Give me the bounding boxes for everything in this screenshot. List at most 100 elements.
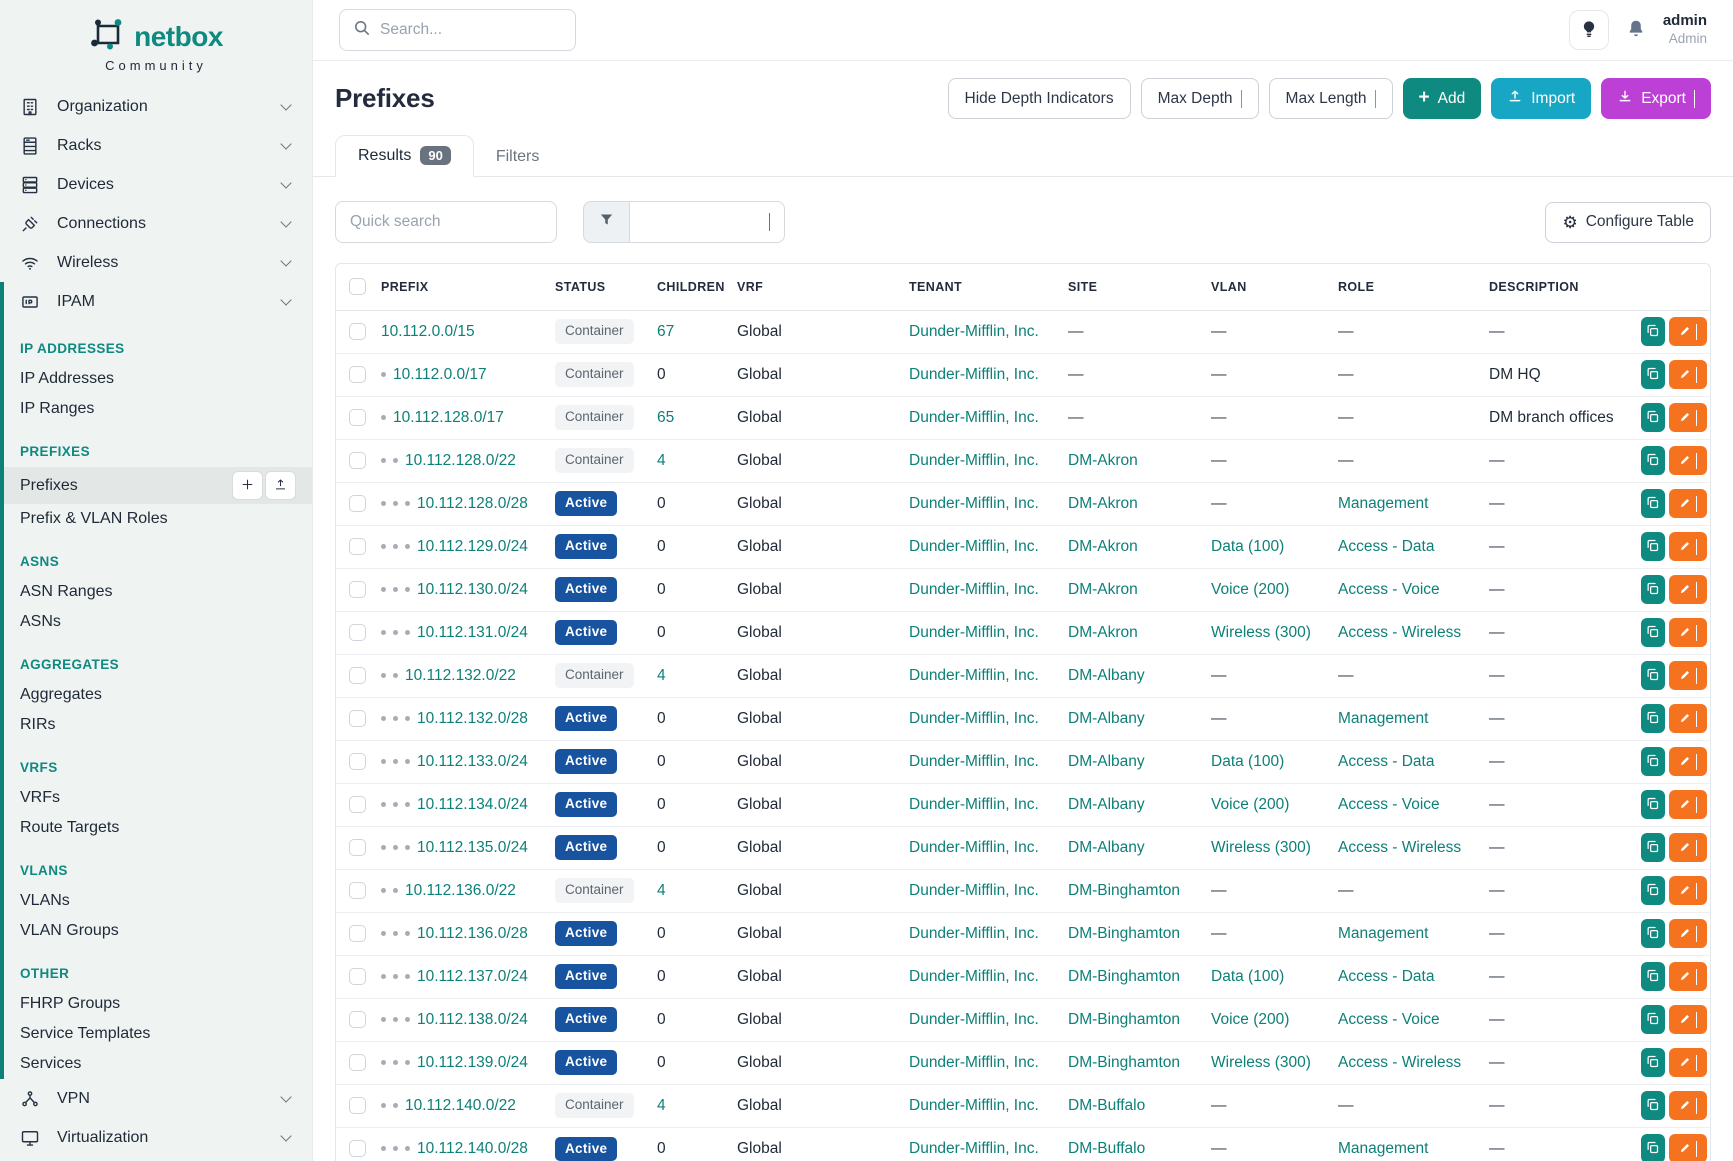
copy-button[interactable] bbox=[1641, 317, 1665, 346]
sidebar-item-asn-ranges[interactable]: ASN Ranges bbox=[4, 577, 312, 607]
sidebar-item-vrfs[interactable]: VRFs bbox=[4, 783, 312, 813]
copy-button[interactable] bbox=[1641, 532, 1665, 561]
role-link[interactable]: Access - Voice bbox=[1338, 1011, 1440, 1028]
row-checkbox[interactable] bbox=[349, 366, 366, 383]
filter-button[interactable] bbox=[583, 201, 629, 243]
sidebar-item-asns[interactable]: ASNs bbox=[4, 607, 312, 637]
edit-button[interactable] bbox=[1669, 962, 1707, 991]
add-button[interactable]: + Add bbox=[1403, 78, 1482, 119]
edit-button[interactable] bbox=[1669, 532, 1707, 561]
sidebar-item-fhrp-groups[interactable]: FHRP Groups bbox=[4, 989, 312, 1019]
sidebar-item-virtualization[interactable]: Virtualization bbox=[0, 1118, 312, 1157]
row-checkbox[interactable] bbox=[349, 925, 366, 942]
hide-depth-indicators-button[interactable]: Hide Depth Indicators bbox=[948, 78, 1131, 119]
copy-button[interactable] bbox=[1641, 403, 1665, 432]
sidebar-item-connections[interactable]: Connections bbox=[0, 204, 312, 243]
prefix-link[interactable]: 10.112.132.0/28 bbox=[417, 710, 528, 727]
max-length-dropdown[interactable]: Max Length bbox=[1269, 78, 1393, 119]
role-link[interactable]: Access - Wireless bbox=[1338, 624, 1461, 641]
copy-button[interactable] bbox=[1641, 790, 1665, 819]
role-link[interactable]: Access - Data bbox=[1338, 538, 1434, 555]
edit-button[interactable] bbox=[1669, 446, 1707, 475]
sidebar-item-prefixes[interactable]: Prefixes bbox=[4, 467, 312, 504]
configure-table-button[interactable]: ⚙ Configure Table bbox=[1545, 202, 1711, 243]
site-link[interactable]: DM-Akron bbox=[1068, 538, 1138, 555]
row-checkbox[interactable] bbox=[349, 1054, 366, 1071]
import-button[interactable]: Import bbox=[1491, 78, 1591, 119]
site-link[interactable]: DM-Buffalo bbox=[1068, 1140, 1145, 1157]
prefix-link[interactable]: 10.112.140.0/22 bbox=[405, 1097, 516, 1114]
children-count[interactable]: 65 bbox=[657, 409, 674, 426]
tenant-link[interactable]: Dunder-Mifflin, Inc. bbox=[909, 882, 1039, 899]
tenant-link[interactable]: Dunder-Mifflin, Inc. bbox=[909, 581, 1039, 598]
edit-button[interactable] bbox=[1669, 317, 1707, 346]
edit-button[interactable] bbox=[1669, 1134, 1707, 1161]
prefix-link[interactable]: 10.112.0.0/15 bbox=[381, 323, 475, 340]
site-link[interactable]: DM-Albany bbox=[1068, 753, 1145, 770]
copy-button[interactable] bbox=[1641, 489, 1665, 518]
role-link[interactable]: Access - Data bbox=[1338, 968, 1434, 985]
column-header-vrf[interactable]: VRF bbox=[737, 264, 909, 310]
site-link[interactable]: DM-Albany bbox=[1068, 667, 1145, 684]
select-all-checkbox[interactable] bbox=[349, 278, 366, 295]
copy-button[interactable] bbox=[1641, 446, 1665, 475]
prefix-link[interactable]: 10.112.136.0/22 bbox=[405, 882, 516, 899]
sidebar-item-route-targets[interactable]: Route Targets bbox=[4, 813, 312, 843]
sidebar-item-wireless[interactable]: Wireless bbox=[0, 243, 312, 282]
column-header-prefix[interactable]: PREFIX bbox=[381, 264, 555, 310]
tenant-link[interactable]: Dunder-Mifflin, Inc. bbox=[909, 624, 1039, 641]
row-checkbox[interactable] bbox=[349, 968, 366, 985]
role-link[interactable]: Access - Voice bbox=[1338, 581, 1440, 598]
copy-button[interactable] bbox=[1641, 661, 1665, 690]
edit-button[interactable] bbox=[1669, 1005, 1707, 1034]
children-count[interactable]: 4 bbox=[657, 1097, 666, 1114]
row-checkbox[interactable] bbox=[349, 753, 366, 770]
column-header-vlan[interactable]: VLAN bbox=[1211, 264, 1338, 310]
vlan-link[interactable]: Voice (200) bbox=[1211, 1011, 1289, 1028]
column-header-status[interactable]: STATUS bbox=[555, 264, 657, 310]
vlan-link[interactable]: Data (100) bbox=[1211, 968, 1284, 985]
tenant-link[interactable]: Dunder-Mifflin, Inc. bbox=[909, 538, 1039, 555]
prefix-link[interactable]: 10.112.132.0/22 bbox=[405, 667, 516, 684]
copy-button[interactable] bbox=[1641, 833, 1665, 862]
edit-button[interactable] bbox=[1669, 919, 1707, 948]
tenant-link[interactable]: Dunder-Mifflin, Inc. bbox=[909, 409, 1039, 426]
row-checkbox[interactable] bbox=[349, 1140, 366, 1157]
copy-button[interactable] bbox=[1641, 962, 1665, 991]
site-link[interactable]: DM-Albany bbox=[1068, 796, 1145, 813]
prefix-link[interactable]: 10.112.133.0/24 bbox=[417, 753, 528, 770]
edit-button[interactable] bbox=[1669, 1091, 1707, 1120]
prefix-link[interactable]: 10.112.128.0/28 bbox=[417, 495, 528, 512]
vlan-link[interactable]: Wireless (300) bbox=[1211, 839, 1311, 856]
tenant-link[interactable]: Dunder-Mifflin, Inc. bbox=[909, 1054, 1039, 1071]
column-header-description[interactable]: DESCRIPTION bbox=[1489, 264, 1641, 310]
column-header-children[interactable]: CHILDREN bbox=[657, 264, 737, 310]
tenant-link[interactable]: Dunder-Mifflin, Inc. bbox=[909, 710, 1039, 727]
prefix-link[interactable]: 10.112.128.0/17 bbox=[393, 409, 504, 426]
column-header-role[interactable]: ROLE bbox=[1338, 264, 1489, 310]
children-count[interactable]: 4 bbox=[657, 667, 666, 684]
edit-button[interactable] bbox=[1669, 489, 1707, 518]
copy-button[interactable] bbox=[1641, 1048, 1665, 1077]
prefixes-quick-import-button[interactable] bbox=[265, 471, 296, 500]
export-dropdown[interactable]: Export bbox=[1601, 78, 1711, 119]
prefix-link[interactable]: 10.112.139.0/24 bbox=[417, 1054, 528, 1071]
role-link[interactable]: Management bbox=[1338, 710, 1428, 727]
tenant-link[interactable]: Dunder-Mifflin, Inc. bbox=[909, 1097, 1039, 1114]
sidebar-item-devices[interactable]: Devices bbox=[0, 165, 312, 204]
role-link[interactable]: Access - Wireless bbox=[1338, 1054, 1461, 1071]
prefix-link[interactable]: 10.112.0.0/17 bbox=[393, 366, 487, 383]
edit-button[interactable] bbox=[1669, 876, 1707, 905]
sidebar-item-services[interactable]: Services bbox=[4, 1049, 312, 1079]
tenant-link[interactable]: Dunder-Mifflin, Inc. bbox=[909, 366, 1039, 383]
filter-field-select[interactable] bbox=[629, 201, 785, 243]
column-header-site[interactable]: SITE bbox=[1068, 264, 1211, 310]
copy-button[interactable] bbox=[1641, 1134, 1665, 1161]
row-checkbox[interactable] bbox=[349, 1097, 366, 1114]
tenant-link[interactable]: Dunder-Mifflin, Inc. bbox=[909, 839, 1039, 856]
site-link[interactable]: DM-Binghamton bbox=[1068, 1011, 1180, 1028]
sidebar-item-rirs[interactable]: RIRs bbox=[4, 710, 312, 740]
copy-button[interactable] bbox=[1641, 360, 1665, 389]
site-link[interactable]: DM-Buffalo bbox=[1068, 1097, 1145, 1114]
role-link[interactable]: Management bbox=[1338, 1140, 1428, 1157]
